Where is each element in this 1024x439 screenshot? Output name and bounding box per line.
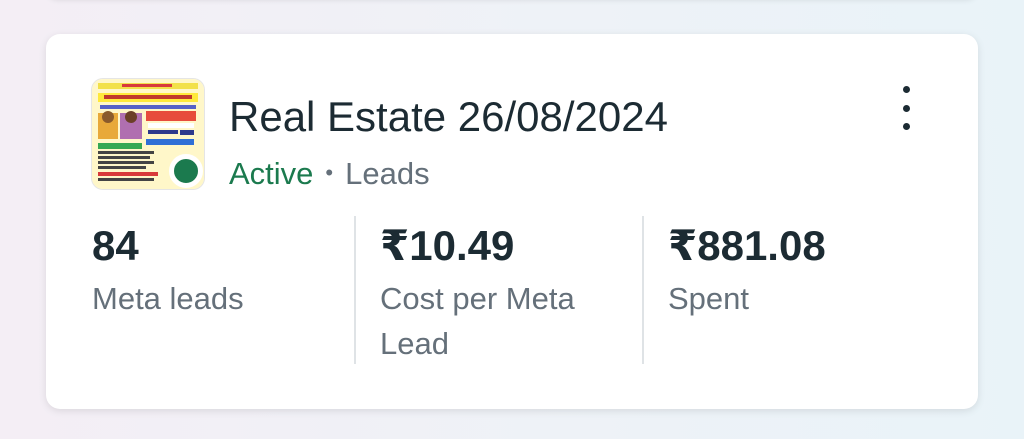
metric-label: Spent (668, 281, 750, 316)
metric-divider (642, 216, 644, 364)
campaign-title[interactable]: Real Estate 26/08/2024 (229, 92, 668, 142)
metric-spent: ₹881.08 Spent (668, 220, 928, 321)
metric-value: ₹10.49 (380, 222, 515, 269)
kebab-dot (902, 86, 910, 93)
campaign-objective: Leads (345, 156, 430, 191)
separator-dot: • (325, 160, 334, 185)
kebab-dot (902, 123, 910, 130)
metric-value: ₹881.08 (668, 222, 826, 269)
campaign-card[interactable]: Real Estate 26/08/2024 Active • Leads 84 M… (46, 34, 978, 409)
more-options-icon[interactable] (892, 86, 920, 130)
active-status-dot (169, 154, 203, 188)
metric-value: 84 (92, 222, 139, 269)
metric-label: Cost per Meta Lead (380, 281, 575, 361)
kebab-dot (902, 104, 910, 112)
metric-cost-per-lead: ₹10.49 Cost per Meta Lead (380, 220, 630, 366)
metric-meta-leads: 84 Meta leads (92, 220, 352, 321)
metric-label: Meta leads (92, 281, 244, 316)
campaign-status: Active (229, 156, 314, 191)
campaign-thumbnail-wrapper[interactable] (91, 78, 205, 192)
campaign-subtitle: Active • Leads (229, 154, 430, 197)
metric-divider (354, 216, 356, 364)
